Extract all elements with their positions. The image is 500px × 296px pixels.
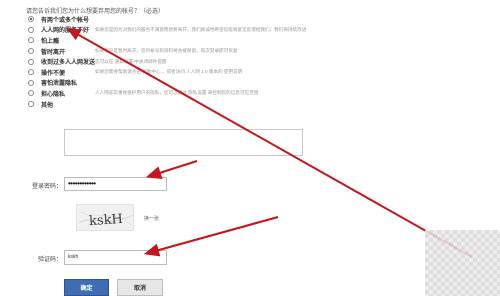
reason-label: 有两个或多个帐号 [41, 17, 90, 24]
radio-button[interactable] [28, 58, 34, 65]
reason-label: 害怕泄露隐私 [41, 81, 78, 88]
reason-option-0[interactable]: 有两个或多个帐号 [28, 14, 328, 25]
radio-button[interactable] [28, 26, 34, 33]
reason-label: 怕上瘾 [41, 38, 60, 45]
reason-description: 如果您需要帮助请点击 帮助中心 ，或者访问 人人网 1.0 版本的 使用说明 [95, 69, 243, 75]
reason-label: 人人网的服务不好 [41, 28, 90, 35]
radio-button[interactable] [28, 79, 34, 86]
reason-description: 如果您只是暂时离开，您的帐号和资料将会被保留，再次登录即可恢复 [95, 48, 238, 54]
reason-option-1[interactable]: 人人网的服务不好 如果您是因为对我们的服务不满意而想要离开，我们真诚地希望您能将… [28, 25, 328, 36]
reason-description: 您可以在 通知设置 中关闭邮件提醒 [95, 58, 167, 64]
radio-button[interactable] [28, 48, 34, 55]
password-input[interactable]: •••••••••••• [64, 177, 167, 191]
reason-label: 暂时离开 [41, 49, 66, 56]
radio-button[interactable] [28, 90, 34, 97]
radio-button[interactable] [28, 101, 34, 108]
radio-button[interactable] [28, 69, 34, 76]
arrow-to-verify-code [143, 215, 279, 257]
captcha-graphic: kskH [78, 211, 134, 229]
reason-option-8[interactable]: 其他 [28, 99, 328, 110]
arrow-to-password [145, 159, 198, 179]
verify-code-input[interactable]: kskh [64, 250, 167, 265]
reason-option-2[interactable]: 怕上瘾 [28, 35, 328, 46]
reason-description: 如果您是因为对我们的服务不满意而想要离开，我们真诚地希望您能将意见反馈给我们，我… [95, 26, 307, 32]
other-reason-textarea[interactable] [64, 129, 303, 156]
reason-label: 操作不便 [41, 70, 66, 77]
reason-option-3[interactable]: 暂时离开 如果您只是暂时离开，您的帐号和资料将会被保留，再次登录即可恢复 [28, 46, 328, 57]
reason-option-6[interactable]: 害怕泄露隐私 [28, 78, 328, 89]
captcha-image: kskH [76, 204, 134, 231]
captcha-text: kskH [89, 212, 124, 229]
radio-button[interactable] [28, 16, 34, 23]
reason-option-7[interactable]: 担心隐私 人人网非常重视保护用户的隐私，您可以通过 隐私设置 来控制您的信息可见… [28, 88, 328, 99]
reason-option-4[interactable]: 收到过多人人网发送的邮件 您可以在 通知设置 中关闭邮件提醒 [28, 56, 328, 67]
confirm-button[interactable]: 确定 [64, 279, 109, 296]
verify-code-label: 验证码： [38, 257, 63, 263]
password-label: 登录密码： [32, 184, 63, 190]
reason-label: 担心隐私 [41, 91, 66, 98]
radio-button[interactable] [28, 37, 34, 44]
reason-options: 有两个或多个帐号 人人网的服务不好 如果您是因为对我们的服务不满意而想要离开，我… [28, 14, 328, 109]
cancel-button[interactable]: 取消 [117, 279, 163, 296]
reason-label: 收到过多人人网发送的邮件 [41, 60, 95, 67]
mosaic-watermark [425, 230, 500, 296]
reason-description: 人人网非常重视保护用户的隐私，您可以通过 隐私设置 来控制您的信息可见范围 [95, 90, 259, 96]
reason-option-5[interactable]: 操作不便 如果您需要帮助请点击 帮助中心 ，或者访问 人人网 1.0 版本的 使… [28, 67, 328, 78]
reason-label: 其他 [41, 102, 54, 109]
refresh-captcha-link[interactable]: 换一张 [144, 215, 159, 222]
